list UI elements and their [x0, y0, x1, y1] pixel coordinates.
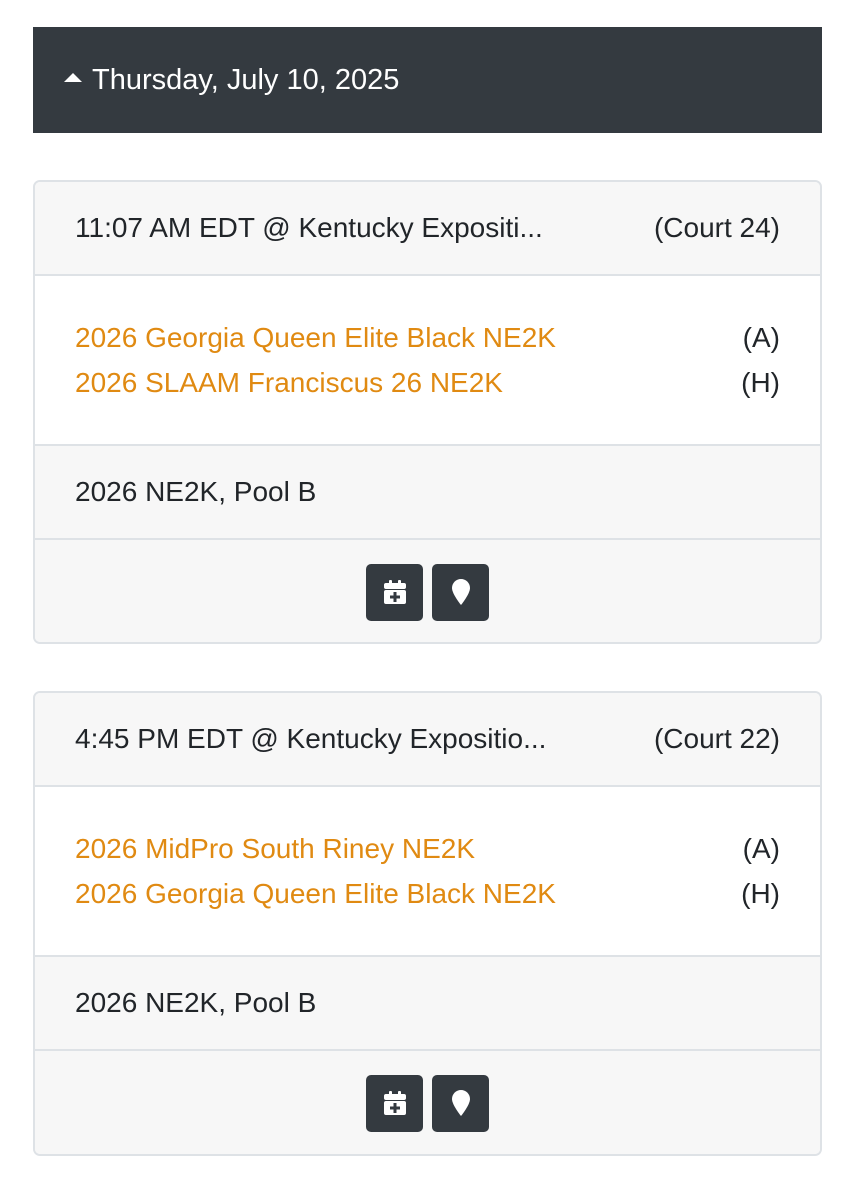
match-card: 11:07 AM EDT @ Kentucky Expositi... (Cou…	[33, 180, 822, 644]
match-pool-row: 2026 NE2K, Pool B	[35, 446, 820, 540]
calendar-add-icon	[383, 1091, 406, 1115]
team-line: 2026 Georgia Queen Elite Black NE2K (A)	[75, 315, 780, 360]
match-teams-row: 2026 Georgia Queen Elite Black NE2K (A) …	[35, 276, 820, 446]
match-pool: 2026 NE2K, Pool B	[75, 987, 317, 1018]
team-line: 2026 MidPro South Riney NE2K (A)	[75, 826, 780, 871]
team-link[interactable]: 2026 Georgia Queen Elite Black NE2K	[75, 871, 556, 916]
team-side: (A)	[742, 322, 780, 353]
schedule-page: Thursday, July 10, 2025 11:07 AM EDT @ K…	[0, 0, 855, 1200]
match-time-row: 4:45 PM EDT @ Kentucky Expositio... (Cou…	[35, 693, 820, 787]
calendar-add-icon	[383, 580, 406, 604]
match-teams-row: 2026 MidPro South Riney NE2K (A) 2026 Ge…	[35, 787, 820, 957]
location-pin-icon	[451, 579, 470, 605]
match-pool-row: 2026 NE2K, Pool B	[35, 957, 820, 1051]
add-to-calendar-button[interactable]	[366, 1074, 423, 1132]
day-header-label: Thursday, July 10, 2025	[92, 63, 400, 96]
match-card: 4:45 PM EDT @ Kentucky Expositio... (Cou…	[33, 691, 822, 1156]
team-link[interactable]: 2026 MidPro South Riney NE2K	[75, 826, 475, 871]
team-line: 2026 SLAAM Franciscus 26 NE2K (H)	[75, 360, 780, 405]
match-time-location: 4:45 PM EDT @ Kentucky Expositio...	[75, 723, 547, 754]
match-actions-row	[35, 540, 820, 642]
location-pin-icon	[451, 1090, 470, 1116]
caret-up-icon	[64, 72, 82, 82]
team-side: (H)	[741, 878, 780, 909]
add-to-calendar-button[interactable]	[366, 563, 423, 621]
map-location-button[interactable]	[432, 563, 489, 621]
match-time-row: 11:07 AM EDT @ Kentucky Expositi... (Cou…	[35, 182, 820, 276]
day-header-toggle[interactable]: Thursday, July 10, 2025	[33, 27, 822, 133]
team-link[interactable]: 2026 SLAAM Franciscus 26 NE2K	[75, 360, 503, 405]
team-side: (A)	[742, 833, 780, 864]
team-link[interactable]: 2026 Georgia Queen Elite Black NE2K	[75, 315, 556, 360]
team-side: (H)	[741, 367, 780, 398]
match-pool: 2026 NE2K, Pool B	[75, 476, 317, 507]
match-court: (Court 24)	[653, 212, 780, 243]
match-court: (Court 22)	[653, 723, 780, 754]
team-line: 2026 Georgia Queen Elite Black NE2K (H)	[75, 871, 780, 916]
match-time-location: 11:07 AM EDT @ Kentucky Expositi...	[75, 212, 543, 243]
match-actions-row	[35, 1051, 820, 1154]
map-location-button[interactable]	[432, 1074, 489, 1132]
